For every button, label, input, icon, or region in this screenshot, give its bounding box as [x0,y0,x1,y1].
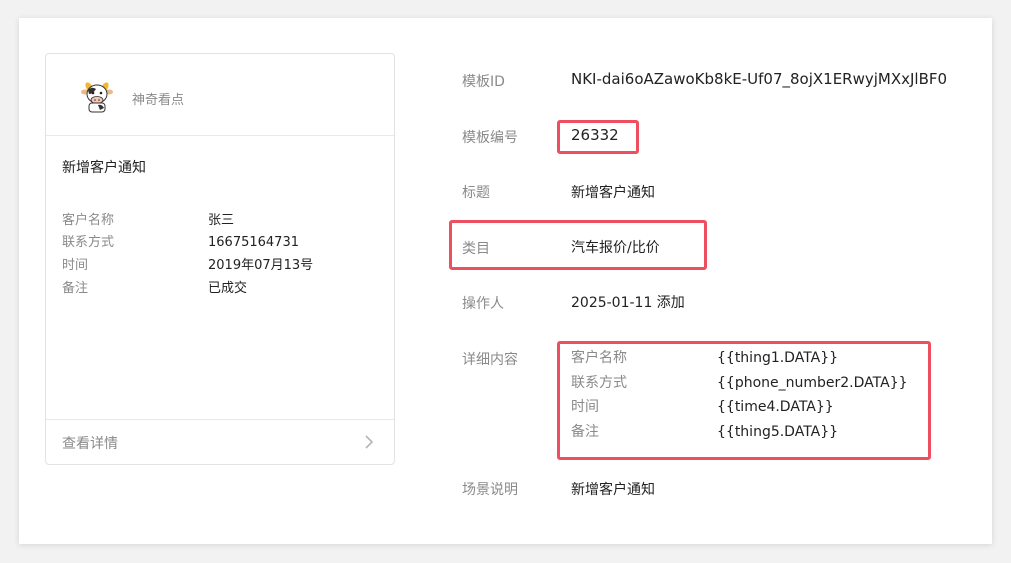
title-label: 标题 [462,185,490,201]
operator-value: 2025-01-11 添加 [571,295,685,311]
preview-field-row: 客户名称 张三 [62,213,382,229]
detail-value: {{thing1.DATA}} [717,350,839,366]
field-value: 张三 [208,213,235,228]
scene-value: 新增客户通知 [571,482,655,498]
detail-value: {{time4.DATA}} [717,399,834,415]
field-key: 联系方式 [62,235,115,250]
preview-header: 神奇看点 [46,54,394,136]
field-value: 16675164731 [208,235,299,250]
detail-label: 详细内容 [462,352,518,368]
preview-field-row: 联系方式 16675164731 [62,235,382,251]
field-value: 已成交 [208,281,248,296]
category-value: 汽车报价/比价 [571,240,660,256]
account-name: 神奇看点 [132,93,185,108]
detail-row: 联系方式 {{phone_number2.DATA}} [571,374,908,392]
detail-value: {{thing5.DATA}} [717,424,839,440]
chevron-right-icon [365,435,374,449]
view-detail-link[interactable]: 查看详情 [46,419,394,464]
preview-field-row: 备注 已成交 [62,281,382,297]
detail-row: 客户名称 {{thing1.DATA}} [571,349,838,367]
title-value: 新增客户通知 [571,185,655,201]
message-title: 新增客户通知 [62,160,146,176]
template-id-value: NKI-dai6oAZawoKb8kE-Uf07_8ojX1ERwyjMXxJl… [571,70,948,88]
view-detail-label: 查看详情 [62,436,118,452]
message-preview: 神奇看点 新增客户通知 客户名称 张三 联系方式 16675164731 时间 … [45,53,395,465]
detail-value: {{phone_number2.DATA}} [717,375,908,391]
field-key: 时间 [62,258,89,273]
field-key: 客户名称 [62,213,115,228]
cow-avatar-icon [81,82,113,113]
category-label: 类目 [462,241,490,257]
detail-key: 时间 [571,399,599,415]
scene-label: 场景说明 [462,482,518,498]
detail-row: 备注 {{thing5.DATA}} [571,423,838,441]
detail-row: 时间 {{time4.DATA}} [571,398,834,416]
preview-field-row: 时间 2019年07月13号 [62,258,382,274]
field-key: 备注 [62,281,89,296]
field-value: 2019年07月13号 [208,258,314,273]
template-id-label: 模板ID [462,74,505,90]
template-no-value: 26332 [571,126,619,144]
detail-key: 客户名称 [571,350,627,366]
template-no-label: 模板编号 [462,130,518,146]
detail-key: 备注 [571,424,599,440]
operator-label: 操作人 [462,296,504,312]
detail-key: 联系方式 [571,375,627,391]
